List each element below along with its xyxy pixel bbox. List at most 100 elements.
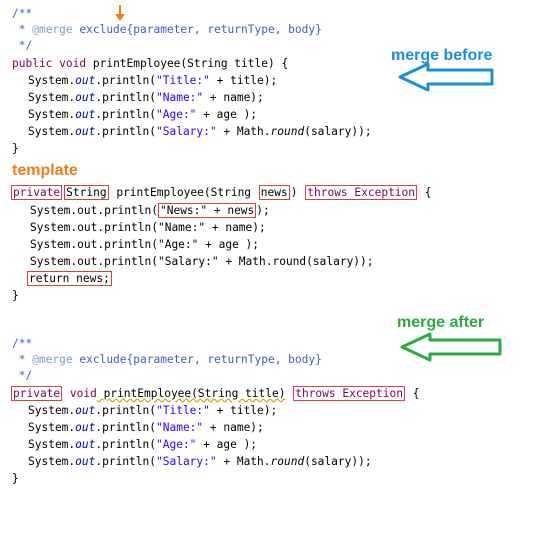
code-fragment: (salary)); [304,455,372,468]
merge-tag: @merge [32,23,73,36]
throws-clause: throws Exception [307,186,416,199]
merge-directive: exclude{parameter, returnType, body} [72,353,322,366]
code-fragment: .println( [95,91,156,104]
merge-after-arrow-icon [400,332,502,362]
code-fragment: (salary)); [304,125,372,138]
field-out: out [75,438,96,451]
code-fragment: System. [28,91,76,104]
javadoc-close: */ [12,39,33,52]
merge-tag: @merge [32,353,73,366]
code-fragment: System.out.println( [30,204,158,217]
field-out: out [75,91,96,104]
method-round: round [270,125,305,138]
template-closing-brace: } [12,289,19,302]
code-fragment: System. [28,455,76,468]
merged-line-name: System.out.println("Name:" + name); [12,420,264,436]
code-fragment: + Math. [216,125,271,138]
template-signature: private String printEmployee(String news)… [11,185,432,201]
keyword-void: void [59,57,87,70]
merged-line-title: System.out.println("Title:" + title); [12,403,277,419]
template-line-salary: System.out.println("Salary:" + Math.roun… [30,255,374,268]
merged-line-salary: System.out.println("Salary:" + Math.roun… [12,454,372,470]
code-fragment: System. [28,74,76,87]
string-literal: "Salary:" [156,125,217,138]
code-line-name: System.out.println("Name:" + name); [12,90,264,106]
code-fragment: + title); [209,74,278,87]
highlight-return-type: String [64,185,109,200]
code-fragment: System. [28,421,76,434]
code-fragment: System. [28,438,76,451]
signature-rest: printEmployee(String title) { [86,57,289,70]
code-fragment: .println( [95,125,156,138]
merged-line-age: System.out.println("Age:" + age ); [12,437,257,453]
javadoc-open: /** [12,337,33,350]
string-literal: "Name:" [156,91,204,104]
code-fragment: + Math. [216,455,271,468]
merge-before-label: merge before [391,47,493,64]
string-literal: "Age:" [156,438,197,451]
javadoc-open: /** [12,7,33,20]
code-line-salary: System.out.println("Salary:" + Math.roun… [12,124,372,140]
template-line-news: System.out.println("News:" + news); [14,203,270,219]
javadoc-star: * [12,23,33,36]
code-fragment: .println( [95,438,156,451]
code-fragment: System. [28,125,76,138]
keyword-public: public [12,57,53,70]
javadoc-star: * [12,353,33,366]
return-statement: return news; [29,272,110,285]
javadoc-merge-line: * @merge exclude{parameter, returnType, … [12,352,322,368]
code-fragment: + age ); [196,108,258,121]
highlight-body-news: "News:" + news [157,203,257,218]
template-label: template [12,162,78,179]
code-fragment: System. [28,404,76,417]
code-fragment: ); [256,204,270,217]
highlight-throws: throws Exception [293,386,405,401]
down-arrow-icon [115,5,125,21]
code-fragment: .println( [95,404,156,417]
brace: { [418,186,432,199]
field-out: out [75,125,96,138]
paren: ) [290,186,298,199]
highlight-private: private [11,386,63,401]
string-literal: "Salary:" [156,455,217,468]
keyword-void: void [69,387,97,400]
code-line-age: System.out.println("Age:" + age ); [12,107,257,123]
code-fragment: System. [28,108,76,121]
string-literal: "Title:" [156,74,210,87]
merge-before-arrow-icon [398,62,494,92]
code-fragment: .println( [95,421,156,434]
code-fragment: + name); [203,91,264,104]
string-literal: "Name:" [156,421,204,434]
merged-closing-brace: } [12,472,19,485]
javadoc-merge-line: * @merge exclude{parameter, returnType, … [12,22,322,38]
merged-signature: private void printEmployee(String title)… [11,386,419,402]
template-line-age: System.out.println("Age:" + age ); [30,238,260,251]
highlight-throws: throws Exception [305,185,418,200]
brace: { [405,387,420,400]
method-round: round [270,455,305,468]
merge-after-label: merge after [397,314,485,331]
javadoc-close: */ [12,369,33,382]
field-out: out [75,455,96,468]
highlight-param-news: news [258,185,290,200]
code-fragment: .println( [95,74,156,87]
string-literal: "Age:" [156,108,197,121]
code-fragment: + title); [209,404,278,417]
throws-clause: throws Exception [295,387,403,400]
field-out: out [75,74,96,87]
highlight-private: private [11,185,63,200]
signature-mid: printEmployee(String title) [96,387,286,400]
string-literal: "Title:" [156,404,210,417]
field-out: out [75,108,96,121]
signature-mid: printEmployee(String [116,186,252,199]
code-line-title: System.out.println("Title:" + title); [12,73,277,89]
code-fragment: .println( [95,108,156,121]
template-line-name: System.out.println("Name:" + name); [30,221,266,234]
merge-directive: exclude{parameter, returnType, body} [72,23,322,36]
field-out: out [75,421,96,434]
field-out: out [75,404,96,417]
highlight-return-stmt: return news; [27,271,112,286]
method-signature: public void printEmployee(String title) … [12,56,288,72]
template-line-return: return news; [10,271,113,287]
code-fragment: + age ); [196,438,258,451]
